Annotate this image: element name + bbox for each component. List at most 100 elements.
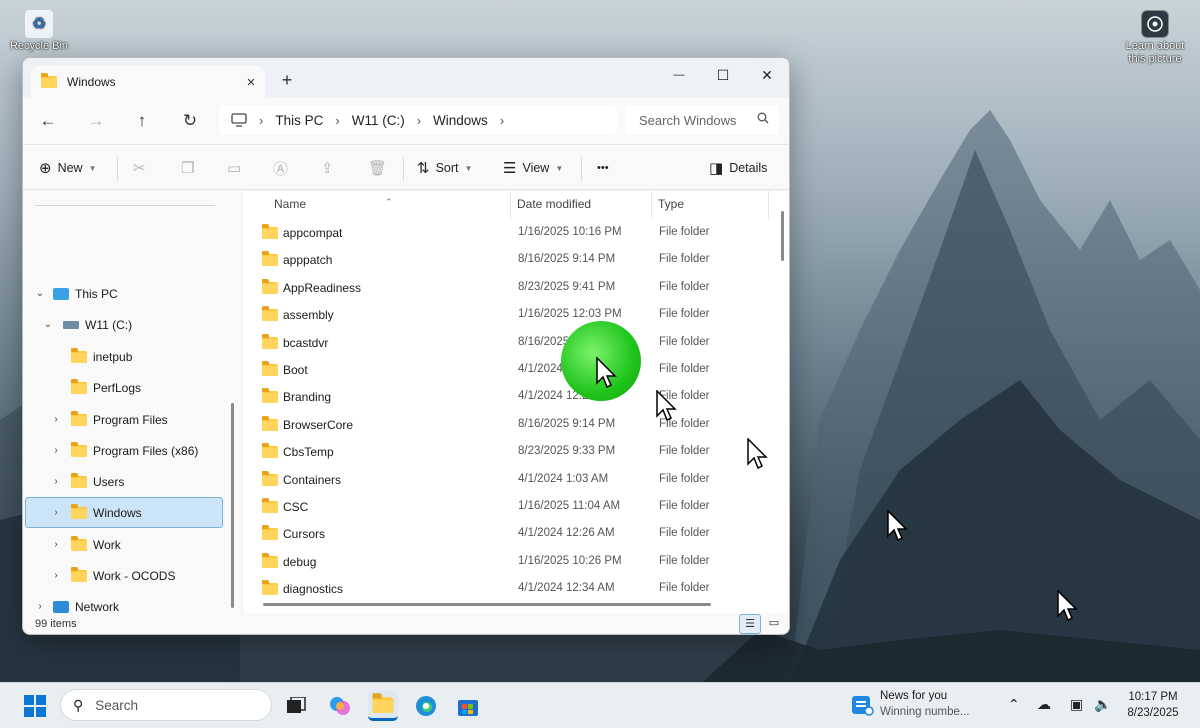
file-explorer-taskbar-button[interactable] [368, 691, 398, 721]
column-header-name[interactable]: Name [274, 197, 306, 211]
file-row[interactable]: CSC 1/16/2025 11:04 AM File folder [243, 494, 773, 521]
file-row[interactable]: BrowserCore 8/16/2025 9:14 PM File folder [243, 412, 773, 439]
chevron-right-icon[interactable]: › [49, 570, 63, 581]
file-row[interactable]: Cursors 4/1/2024 12:26 AM File folder [243, 521, 773, 548]
clock[interactable]: 10:17 PM 8/23/2025 [1118, 689, 1188, 721]
file-row[interactable]: bcastdvr 8/16/2025 File folder [243, 330, 773, 357]
close-window-button[interactable]: ✕ [745, 60, 789, 90]
file-row[interactable]: Containers 4/1/2024 1:03 AM File folder [243, 467, 773, 494]
sidebar-item-program-files-x86[interactable]: › Program Files (x86) [25, 435, 223, 466]
volume-icon[interactable]: 🔈 [1094, 696, 1111, 713]
up-button[interactable]: ↑ [127, 106, 157, 136]
column-header-type[interactable]: Type [658, 197, 684, 211]
breadcrumb-drive[interactable]: W11 (C:) [352, 113, 405, 128]
tiles-view-button[interactable]: ▭ [763, 614, 785, 634]
file-row[interactable]: Branding 4/1/2024 12:2 File folder [243, 384, 773, 411]
file-row[interactable]: appcompat 1/16/2025 10:16 PM File folder [243, 220, 773, 247]
pc-icon [53, 287, 69, 300]
tab-windows[interactable]: Windows × [31, 66, 265, 98]
taskbar-search-box[interactable]: ⚲ Search [60, 689, 272, 721]
cut-button[interactable]: ✂ [133, 153, 152, 183]
column-divider[interactable] [510, 191, 511, 219]
file-date: 8/23/2025 9:33 PM [518, 445, 616, 458]
divider [117, 157, 118, 181]
sidebar-item-users[interactable]: › Users [25, 466, 223, 497]
edge-button[interactable] [411, 691, 441, 721]
sidebar-item-work-ocods[interactable]: › Work - OCODS [25, 560, 223, 591]
sidebar-item-drive[interactable]: ⌄ W11 (C:) [25, 309, 223, 340]
copilot-button[interactable] [325, 691, 355, 721]
back-button[interactable]: ← [33, 106, 63, 136]
network-status-icon[interactable]: ▣ [1070, 696, 1083, 713]
refresh-button[interactable]: ↻ [175, 106, 205, 136]
chevron-right-icon[interactable]: › [49, 476, 63, 487]
column-divider[interactable] [651, 191, 652, 219]
task-view-icon [287, 697, 306, 713]
sidebar-item-work[interactable]: › Work [25, 529, 223, 560]
learn-about-picture-shortcut[interactable]: Learn about this picture [1118, 10, 1192, 66]
chevron-down-icon[interactable]: ⌄ [41, 319, 55, 330]
copy-button[interactable]: ❐ [181, 153, 200, 183]
new-button[interactable]: ⊕ New ▼ [39, 153, 97, 183]
file-name: debug [283, 554, 317, 569]
rename-button[interactable]: Ⓐ [273, 153, 294, 183]
breadcrumb-windows[interactable]: Windows [433, 113, 488, 128]
cloud-off-icon[interactable]: ☁ [1037, 696, 1051, 713]
monitor-icon [231, 113, 247, 127]
horizontal-scrollbar[interactable] [263, 603, 711, 606]
folder-icon [262, 361, 278, 376]
more-options-button[interactable]: ••• [597, 153, 609, 183]
delete-button[interactable]: 🗑 [368, 153, 393, 183]
file-row[interactable]: CbsTemp 8/23/2025 9:33 PM File folder [243, 439, 773, 466]
sidebar-item-this-pc[interactable]: ⌄ This PC [25, 278, 223, 309]
view-button[interactable]: ☰ View ▼ [503, 153, 563, 183]
sidebar-item-program-files[interactable]: › Program Files [25, 404, 223, 435]
chevron-right-icon[interactable]: › [33, 601, 47, 612]
store-button[interactable] [453, 691, 483, 721]
chevron-right-icon[interactable]: › [49, 507, 63, 518]
share-button[interactable]: ⇪ [321, 153, 340, 183]
task-view-button[interactable] [281, 691, 311, 721]
chevron-right-icon[interactable]: › [500, 113, 504, 128]
forward-button[interactable]: → [81, 106, 111, 136]
file-row[interactable]: AppReadiness 8/23/2025 9:41 PM File folder [243, 275, 773, 302]
chevron-down-icon: ▼ [555, 163, 564, 173]
column-header-date[interactable]: Date modified [517, 197, 591, 211]
folder-icon [71, 347, 87, 363]
taskbar-search-placeholder: Search [95, 697, 139, 713]
column-divider[interactable] [768, 191, 769, 219]
details-pane-button[interactable]: ◨ Details [709, 153, 767, 183]
sidebar-item-label: Users [93, 474, 125, 489]
search-input[interactable]: Search Windows [625, 105, 779, 135]
chevron-right-icon[interactable]: › [49, 445, 63, 456]
file-row[interactable]: Boot 4/1/2024 File folder [243, 357, 773, 384]
file-row[interactable]: debug 1/16/2025 10:26 PM File folder [243, 549, 773, 576]
chevron-down-icon[interactable]: ⌄ [33, 288, 47, 299]
plus-circle-icon: ⊕ [39, 160, 52, 177]
new-tab-button[interactable]: + [273, 68, 301, 94]
sidebar-item-inetpub[interactable]: inetpub [25, 341, 223, 372]
file-date: 4/1/2024 12:34 AM [518, 582, 615, 595]
vertical-scrollbar[interactable] [781, 211, 784, 261]
sidebar-scrollbar[interactable] [231, 403, 234, 608]
recycle-bin-shortcut[interactable]: ♻ Recycle Bin [6, 10, 72, 52]
start-button[interactable] [20, 691, 50, 721]
file-name: CSC [283, 500, 309, 514]
file-row[interactable]: diagnostics 4/1/2024 12:34 AM File folder [243, 576, 773, 603]
breadcrumb-this-pc[interactable]: This PC [275, 113, 323, 128]
sidebar-item-windows[interactable]: › Windows [25, 497, 223, 528]
details-view-button[interactable]: ☰ [739, 614, 761, 634]
file-row[interactable]: apppatch 8/16/2025 9:14 PM File folder [243, 247, 773, 274]
chevron-right-icon[interactable]: › [49, 539, 63, 550]
chevron-up-icon[interactable]: ⌃ [1008, 696, 1020, 713]
maximize-button[interactable]: ☐ [701, 60, 745, 90]
paste-button[interactable]: ▭ [227, 153, 247, 183]
chevron-right-icon[interactable]: › [49, 414, 63, 425]
sidebar-item-perflogs[interactable]: PerfLogs [25, 372, 223, 403]
file-row[interactable]: assembly 1/16/2025 12:03 PM File folder [243, 302, 773, 329]
tab-close-icon[interactable]: × [237, 74, 265, 91]
address-bar[interactable]: › This PC › W11 (C:) › Windows › [219, 105, 617, 135]
sort-button[interactable]: ⇅ Sort ▼ [417, 153, 472, 183]
file-date: 1/16/2025 12:03 PM [518, 308, 622, 321]
minimize-button[interactable]: — [657, 60, 701, 90]
